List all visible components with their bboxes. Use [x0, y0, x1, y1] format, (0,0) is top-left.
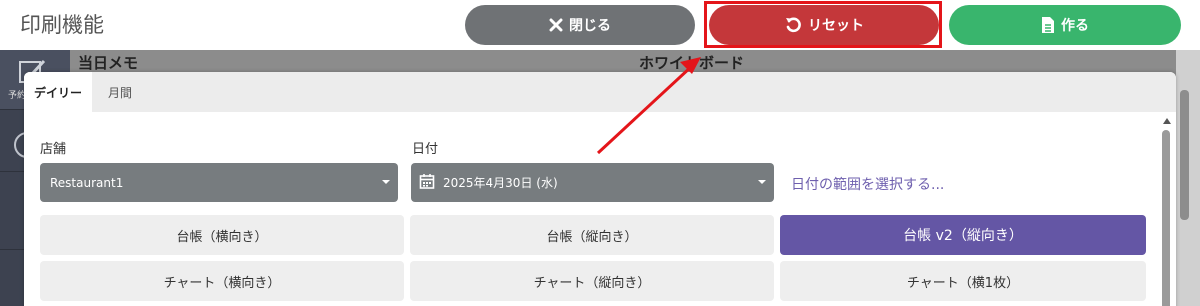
- create-button-label: 作る: [1061, 18, 1089, 34]
- date-label: 日付: [412, 142, 439, 157]
- date-select[interactable]: 2025年4月30日 (水): [411, 163, 774, 202]
- tab-bar: デイリー 月間: [24, 72, 1176, 112]
- print-option-ledger-v2-portrait[interactable]: 台帳 v2（縦向き）: [780, 215, 1146, 255]
- print-option-chart-portrait[interactable]: チャート（縦向き）: [410, 261, 774, 301]
- chevron-down-icon: [758, 180, 766, 184]
- tab-daily[interactable]: デイリー: [24, 72, 92, 112]
- x-icon: [549, 18, 563, 32]
- header-bar: 印刷機能 閉じる リセット 作る: [0, 0, 1200, 50]
- print-option-ledger-landscape[interactable]: 台帳（横向き）: [40, 215, 404, 255]
- store-select-value: Restaurant1: [50, 175, 124, 190]
- store-label: 店舗: [40, 142, 67, 157]
- print-option-chart-landscape[interactable]: チャート（横向き）: [40, 261, 404, 301]
- background-whiteboard-title: ホワイトボード: [639, 54, 745, 72]
- close-button[interactable]: 閉じる: [465, 5, 695, 45]
- document-icon: [1041, 16, 1055, 34]
- close-button-label: 閉じる: [569, 18, 611, 34]
- date-range-link[interactable]: 日付の範囲を選択する...: [791, 174, 944, 194]
- store-select[interactable]: Restaurant1: [40, 163, 398, 202]
- scroll-up-arrow-icon[interactable]: [1163, 118, 1171, 124]
- background-memo-title: 当日メモ: [78, 54, 139, 72]
- print-option-ledger-portrait[interactable]: 台帳（縦向き）: [410, 215, 774, 255]
- page-title: 印刷機能: [20, 13, 104, 37]
- scrollbar-thumb[interactable]: [1162, 130, 1170, 306]
- annotation-highlight-box: [704, 1, 942, 48]
- scrollbar[interactable]: [1161, 118, 1173, 306]
- background-scrollbar: [1180, 90, 1189, 220]
- date-select-value: 2025年4月30日 (水): [443, 176, 558, 190]
- calendar-icon: [419, 173, 435, 192]
- chevron-down-icon: [382, 180, 390, 184]
- tab-monthly[interactable]: 月間: [92, 72, 148, 112]
- print-dialog: デイリー 月間 店舗 日付 Restaurant1 2025年4月30日 (水)…: [24, 72, 1176, 306]
- print-option-chart-single-landscape[interactable]: チャート（横1枚）: [780, 261, 1146, 301]
- create-button[interactable]: 作る: [949, 5, 1181, 45]
